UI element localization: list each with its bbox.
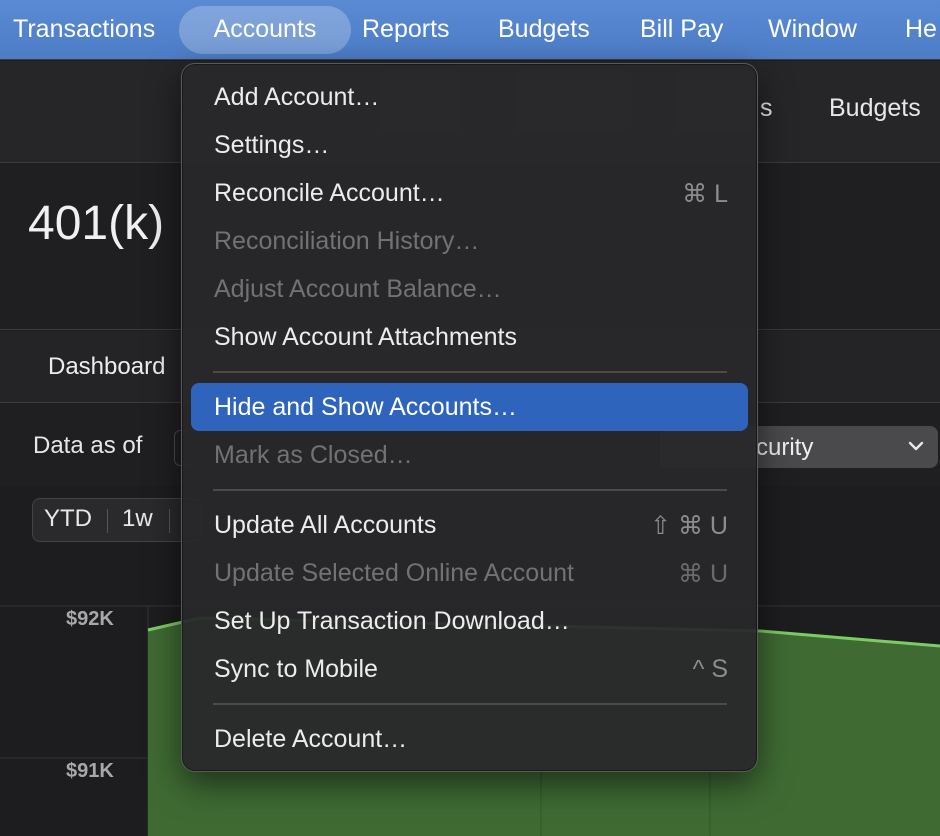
menu-window[interactable]: Window [768,0,857,58]
data-as-of-label: Data as of [33,432,143,459]
menu-bar: Transactions Accounts Reports Budgets Bi… [0,0,940,60]
menu-item-update-selected-online-account: Update Selected Online Account ⌘ U [191,549,748,597]
account-title: 401(k) [28,197,165,250]
menu-item-shortcut: ⌘ U [678,560,728,588]
menu-reports[interactable]: Reports [362,0,450,58]
menu-item-label: Show Account Attachments [214,323,517,351]
menu-item-shortcut: ⇧ ⌘ U [650,512,728,540]
menu-item-reconciliation-history: Reconciliation History… [191,217,748,265]
menu-item-label: Adjust Account Balance… [214,275,502,303]
menu-transactions[interactable]: Transactions [13,0,155,58]
menu-item-label: Reconcile Account… [214,179,445,207]
menu-separator [213,703,727,705]
menu-budgets[interactable]: Budgets [498,0,590,58]
tab-dashboard[interactable]: Dashboard [48,353,165,381]
menu-item-adjust-account-balance: Adjust Account Balance… [191,265,748,313]
menu-item-shortcut: ⌘ L [682,180,728,208]
toolbar-reports-partial[interactable]: s [760,94,773,123]
accounts-menu: Add Account… Settings… Reconcile Account… [181,63,758,772]
menu-item-set-up-transaction-download[interactable]: Set Up Transaction Download… [191,597,748,645]
menu-bill-pay[interactable]: Bill Pay [640,0,723,58]
menu-separator [213,371,727,373]
menu-item-label: Settings… [214,131,330,159]
menu-item-label: Update All Accounts [214,511,437,539]
y-tick-label: $91K [66,760,114,782]
toolbar-budgets[interactable]: Budgets [829,94,921,123]
range-ytd-button[interactable]: YTD [44,505,92,533]
app-window: Transactions Accounts Reports Budgets Bi… [0,0,940,836]
security-select-value: curity [756,434,814,461]
segment-divider [169,509,170,533]
menu-item-delete-account[interactable]: Delete Account… [191,715,748,763]
y-tick-label: $92K [66,608,114,630]
menu-item-settings[interactable]: Settings… [191,121,748,169]
menu-separator [213,489,727,491]
menu-item-label: Update Selected Online Account [214,559,574,587]
menu-item-label: Reconciliation History… [214,227,480,255]
menu-item-add-account[interactable]: Add Account… [191,73,748,121]
menu-item-show-account-attachments[interactable]: Show Account Attachments [191,313,748,361]
menu-item-shortcut: ^ S [692,655,728,683]
menu-item-label: Set Up Transaction Download… [214,607,570,635]
menu-item-reconcile-account[interactable]: Reconcile Account… ⌘ L [191,169,748,217]
menu-item-hide-and-show-accounts[interactable]: Hide and Show Accounts… [191,383,748,431]
menu-item-label: Sync to Mobile [214,655,378,683]
menu-item-label: Hide and Show Accounts… [214,393,517,421]
range-1w-button[interactable]: 1w [122,505,153,533]
menu-item-label: Add Account… [214,83,380,111]
menu-item-label: Delete Account… [214,725,408,753]
menu-item-mark-as-closed: Mark as Closed… [191,431,748,479]
menu-help[interactable]: He [905,0,937,58]
chevron-down-icon [908,441,924,451]
menu-item-sync-to-mobile[interactable]: Sync to Mobile ^ S [191,645,748,693]
menu-accounts[interactable]: Accounts [179,6,351,54]
menu-item-label: Mark as Closed… [214,441,413,469]
menu-item-update-all-accounts[interactable]: Update All Accounts ⇧ ⌘ U [191,501,748,549]
segment-divider [107,509,108,533]
date-range-segmented-control: YTD 1w [32,498,202,542]
